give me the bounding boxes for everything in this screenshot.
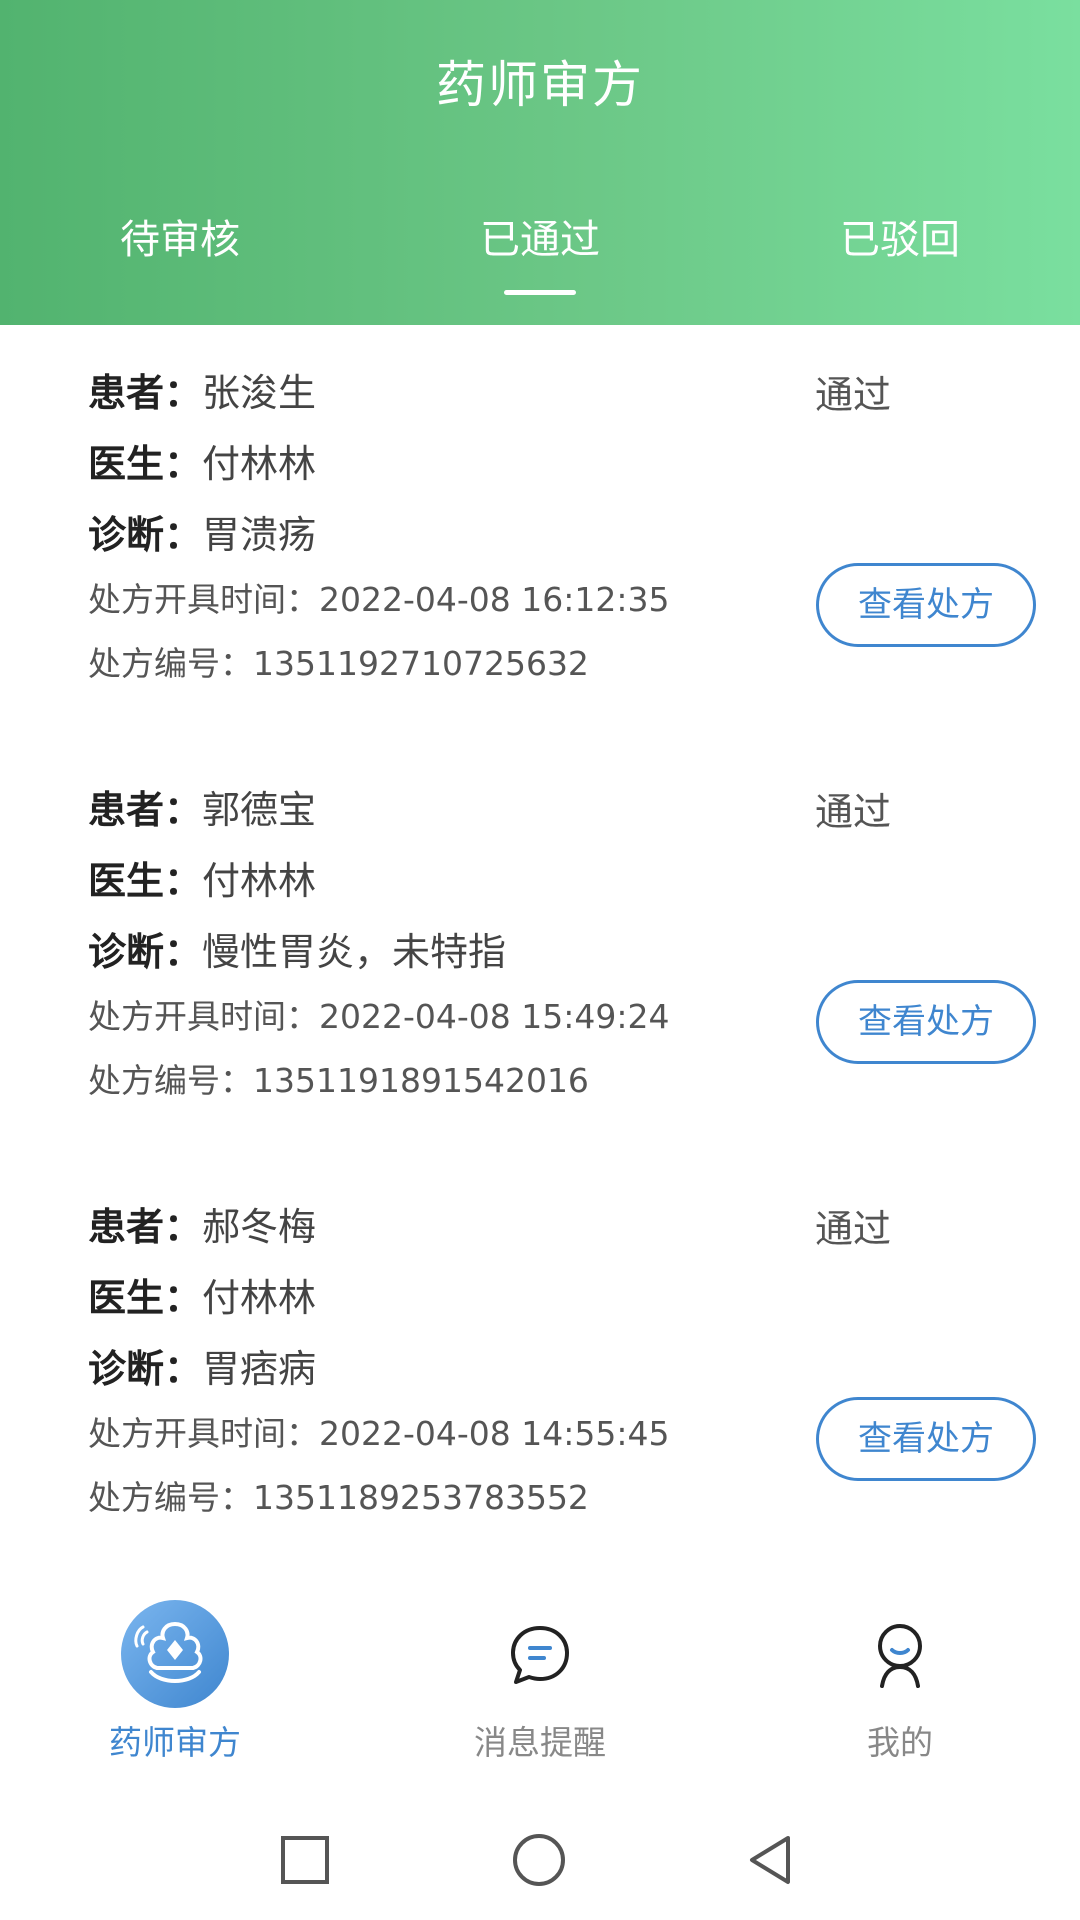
time-label: 处方开具时间： — [88, 997, 319, 1036]
view-prescription-button[interactable]: 查看处方 — [816, 563, 1036, 647]
prescription-number-row: 处方编号：1351191891542016 — [88, 1058, 589, 1104]
doctor-label: 医生： — [88, 1276, 203, 1320]
tab-rejected[interactable]: 已驳回 — [750, 212, 1050, 268]
prescription-time-row: 处方开具时间：2022-04-08 16:12:35 — [88, 577, 669, 623]
prescription-number-row: 处方编号：1351192710725632 — [88, 641, 589, 687]
doctor-name: 付林林 — [202, 859, 317, 903]
nav-label: 我的 — [867, 1723, 933, 1762]
patient-row: 患者：郝冬梅 — [88, 1201, 316, 1253]
active-tab-indicator — [504, 290, 576, 295]
view-prescription-button[interactable]: 查看处方 — [816, 980, 1036, 1064]
nav-item-messages[interactable]: 消息提醒 — [390, 1580, 690, 1780]
number-value: 1351189253783552 — [253, 1478, 589, 1517]
app-header: 药师审方 待审核 已通过 已驳回 — [0, 0, 1080, 325]
time-label: 处方开具时间： — [88, 580, 319, 619]
page-title: 药师审方 — [436, 56, 644, 114]
time-value: 2022-04-08 16:12:35 — [319, 580, 670, 619]
doctor-row: 医生：付林林 — [88, 438, 316, 490]
time-label: 处方开具时间： — [88, 1414, 319, 1453]
prescription-time-row: 处方开具时间：2022-04-08 14:55:45 — [88, 1411, 669, 1457]
diagnosis-label: 诊断： — [88, 1347, 203, 1391]
diagnosis-row: 诊断：胃痞病 — [88, 1343, 316, 1395]
diagnosis-value: 慢性胃炎，未特指 — [202, 930, 507, 974]
nav-item-profile[interactable]: 我的 — [750, 1580, 1050, 1780]
patient-row: 患者：张浚生 — [88, 367, 316, 419]
prescription-card: 患者：郭德宝 通过 医生：付林林 诊断：慢性胃炎，未特指 处方开具时间：2022… — [0, 772, 1080, 1112]
diagnosis-row: 诊断：胃溃疡 — [88, 509, 316, 561]
view-prescription-button[interactable]: 查看处方 — [816, 1397, 1036, 1481]
status-text: 通过 — [815, 373, 892, 417]
diagnosis-label: 诊断： — [88, 930, 203, 974]
prescription-card: 患者：郝冬梅 通过 医生：付林林 诊断：胃痞病 处方开具时间：2022-04-0… — [0, 1189, 1080, 1529]
chat-bubble-icon — [511, 1626, 569, 1684]
doctor-row: 医生：付林林 — [88, 1272, 316, 1324]
doctor-name: 付林林 — [202, 442, 317, 486]
patient-name: 郭德宝 — [202, 788, 317, 832]
system-nav-bar — [0, 1800, 1080, 1920]
time-value: 2022-04-08 14:55:45 — [319, 1414, 670, 1453]
prescription-number-row: 处方编号：1351189253783552 — [88, 1475, 589, 1521]
number-value: 1351191891542016 — [253, 1061, 589, 1100]
diagnosis-value: 胃溃疡 — [202, 513, 317, 557]
patient-name: 张浚生 — [202, 371, 317, 415]
prescription-card: 患者：张浚生 通过 医生：付林林 诊断：胃溃疡 处方开具时间：2022-04-0… — [0, 355, 1080, 695]
patient-label: 患者： — [88, 788, 203, 832]
doctor-label: 医生： — [88, 859, 203, 903]
pharmacist-logo-icon — [121, 1600, 229, 1708]
nav-item-pharmacist-review[interactable]: 药师审方 — [25, 1580, 325, 1780]
patient-label: 患者： — [88, 1205, 203, 1249]
patient-name: 郝冬梅 — [202, 1205, 317, 1249]
number-label: 处方编号： — [88, 1061, 253, 1100]
doctor-label: 医生： — [88, 442, 203, 486]
diagnosis-row: 诊断：慢性胃炎，未特指 — [88, 926, 506, 978]
status-text: 通过 — [815, 790, 892, 834]
square-icon[interactable] — [275, 1830, 335, 1890]
person-icon — [878, 1624, 922, 1688]
time-value: 2022-04-08 15:49:24 — [319, 997, 670, 1036]
circle-icon[interactable] — [509, 1830, 569, 1890]
bottom-nav: 药师审方 消息提醒 我的 — [0, 1580, 1080, 1780]
tab-approved[interactable]: 已通过 — [390, 212, 690, 268]
number-value: 1351192710725632 — [253, 644, 589, 683]
number-label: 处方编号： — [88, 1478, 253, 1517]
number-label: 处方编号： — [88, 644, 253, 683]
status-text: 通过 — [815, 1207, 892, 1251]
prescription-time-row: 处方开具时间：2022-04-08 15:49:24 — [88, 994, 669, 1040]
nav-label: 消息提醒 — [474, 1723, 606, 1762]
diagnosis-label: 诊断： — [88, 513, 203, 557]
doctor-row: 医生：付林林 — [88, 855, 316, 907]
tab-pending[interactable]: 待审核 — [30, 212, 330, 268]
doctor-name: 付林林 — [202, 1276, 317, 1320]
nav-label: 药师审方 — [109, 1723, 241, 1762]
patient-row: 患者：郭德宝 — [88, 784, 316, 836]
triangle-back-icon[interactable] — [740, 1830, 800, 1890]
diagnosis-value: 胃痞病 — [202, 1347, 317, 1391]
patient-label: 患者： — [88, 371, 203, 415]
